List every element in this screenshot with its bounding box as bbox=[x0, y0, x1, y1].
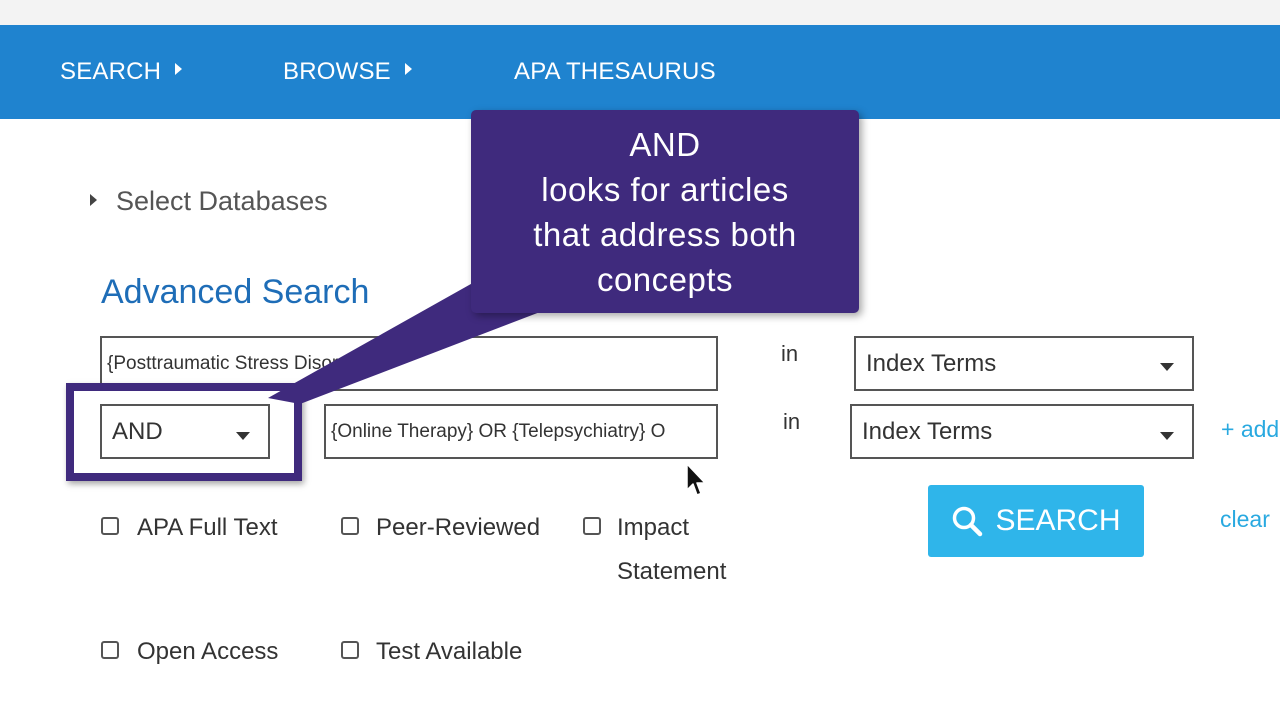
callout-line-2: looks for articles bbox=[541, 170, 789, 208]
callout-line-1: AND bbox=[629, 125, 701, 163]
mouse-pointer-icon bbox=[686, 463, 706, 496]
callout-bubble: AND looks for articles that address both… bbox=[471, 110, 859, 313]
callout-line-3: that address both bbox=[533, 215, 797, 253]
callout-line-4: concepts bbox=[596, 260, 734, 298]
callout-pointer bbox=[268, 280, 540, 404]
